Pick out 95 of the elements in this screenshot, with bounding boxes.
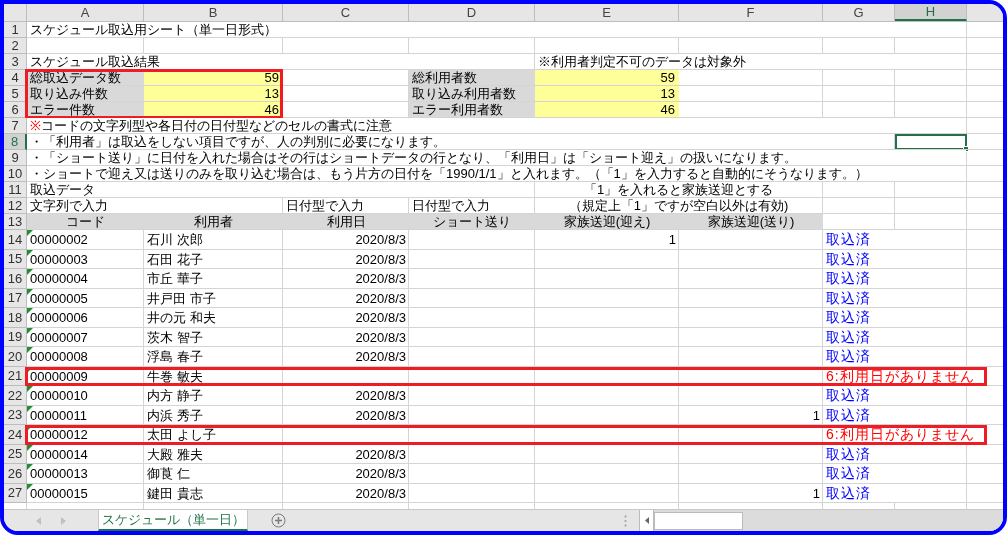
sheet-cell-text: 内浜 秀子	[146, 406, 204, 425]
status-cell: 取込済	[823, 464, 895, 483]
column-header[interactable]: C	[283, 4, 409, 21]
column-header[interactable]: B	[144, 4, 283, 21]
column-title: 利用日	[283, 214, 409, 229]
label-cell: 取り込み利用者数	[409, 86, 535, 101]
status-cell: 取込済	[823, 386, 895, 405]
sheet-cell-text: 御莨 仁	[146, 465, 191, 484]
sheet-cell-text: 大殿 雅夫	[146, 445, 204, 464]
value-cell: 13	[535, 86, 679, 101]
row-header[interactable]: 7	[4, 118, 27, 134]
row-header[interactable]: 22	[4, 386, 27, 406]
row-header[interactable]: 14	[4, 230, 27, 250]
sheet-cell-text: 2020/8/3	[354, 406, 407, 425]
column-header[interactable]: D	[409, 4, 535, 21]
label-cell: 総利用者数	[409, 70, 535, 85]
sheet-cell: 00000003	[27, 249, 144, 269]
sheet-cell-text: 1	[667, 231, 677, 250]
sheet-cell: 00000002	[27, 230, 144, 250]
sheet-tab[interactable]: スケジュール（単一日）	[98, 510, 248, 531]
sheet-cell-text: 浮島 春子	[146, 348, 204, 367]
sheet-cell: 00000006	[27, 308, 144, 328]
row-header[interactable]: 20	[4, 347, 27, 367]
sheet-cell-text: 2020/8/3	[354, 250, 407, 269]
status-cell: 取込済	[823, 308, 895, 327]
value-cell: 13	[144, 86, 283, 101]
sheet-cell-text: 太田 よし子	[146, 426, 217, 445]
sheet-cell: 00000014	[27, 444, 144, 464]
value-cell: 59	[535, 70, 679, 85]
scroll-right-icon[interactable]	[61, 516, 66, 525]
row-header[interactable]: 8	[4, 134, 27, 150]
status-cell: 取込済	[823, 230, 895, 249]
label-cell: エラー利用者数	[409, 102, 535, 117]
scrollbar-thumb[interactable]	[654, 511, 743, 530]
sheet-cell-text: 2020/8/3	[354, 270, 407, 289]
sheet-cell: 00000004	[27, 269, 144, 289]
row-header[interactable]: 10	[4, 166, 27, 182]
row-header[interactable]: 9	[4, 150, 27, 166]
column-title: 家族送迎(迎え)	[535, 214, 679, 229]
sheet-cell-text: 2020/8/3	[354, 445, 407, 464]
sheet-cell: 00000008	[27, 347, 144, 367]
sheet-cell: 00000015	[27, 483, 144, 503]
sheet-cell-text: 市丘 華子	[146, 270, 204, 289]
column-title: 家族送迎(送り)	[679, 214, 823, 229]
sheet-cell-text: 石川 次郎	[146, 231, 204, 250]
sheet-cell-text: 牛巻 敏夫	[146, 367, 204, 386]
row-header[interactable]: 18	[4, 308, 27, 328]
sheet-cell-text: 茨木 智子	[146, 328, 204, 347]
sheet-cell-text: 2020/8/3	[354, 231, 407, 250]
sheet-cell-text: 井の元 和夫	[146, 309, 217, 328]
sheet-cell: 00000010	[27, 386, 144, 406]
splitter-icon[interactable]	[624, 514, 627, 527]
sheet-cell-text: 2020/8/3	[354, 328, 407, 347]
row-header[interactable]: 13	[4, 214, 27, 230]
column-header[interactable]: H	[895, 4, 967, 21]
sheet-cell-text: 2020/8/3	[354, 484, 407, 503]
sheet-cell-text: 2020/8/3	[354, 465, 407, 484]
column-header[interactable]: E	[535, 4, 679, 21]
column-title: 利用者	[144, 214, 283, 229]
sheet-cell-text: 内方 静子	[146, 387, 204, 406]
row-header[interactable]: 12	[4, 198, 27, 214]
row-header[interactable]: 1	[4, 22, 27, 38]
row-header[interactable]: 6	[4, 102, 27, 118]
sheet-cell-text: 鍵田 貴志	[146, 484, 204, 503]
row-header[interactable]: 16	[4, 269, 27, 289]
label-cell: 取り込み件数	[27, 86, 144, 101]
sheet-cell-text: 2020/8/3	[354, 309, 407, 328]
column-header[interactable]: F	[679, 4, 823, 21]
sheet-cell: 00000011	[27, 405, 144, 425]
sheet-cell: 00000013	[27, 464, 144, 484]
sheet-cell-text: 井戸田 市子	[146, 289, 217, 308]
value-cell: 46	[535, 102, 679, 117]
column-title: ショート送り	[409, 214, 535, 229]
row-header[interactable]: 3	[4, 54, 27, 70]
column-title: コード	[27, 214, 144, 229]
row-header[interactable]: 4	[4, 70, 27, 86]
sheet-cell-text: 2020/8/3	[354, 387, 407, 406]
row-header[interactable]: 5	[4, 86, 27, 102]
row-header[interactable]: 11	[4, 182, 27, 198]
column-header[interactable]: A	[27, 4, 144, 21]
sheet-cell-text: 2020/8/3	[354, 348, 407, 367]
scroll-left-icon[interactable]	[644, 517, 649, 524]
row-header[interactable]: 2	[4, 38, 27, 54]
sheet-cell-text: 1	[811, 406, 821, 425]
row-header[interactable]: 24	[4, 425, 27, 445]
horizontal-scrollbar[interactable]	[639, 510, 1003, 531]
sheet-cell-text: 1	[811, 484, 821, 503]
row-header[interactable]: 26	[4, 464, 27, 484]
sheet-cell-text: 石田 花子	[146, 250, 204, 269]
sheet-cell: 00000005	[27, 288, 144, 308]
add-sheet-icon[interactable]	[270, 513, 286, 528]
sheet-cell: 00000007	[27, 327, 144, 347]
sheet-cell-text: 2020/8/3	[354, 289, 407, 308]
status-cell: 取込済	[823, 269, 895, 288]
status-cell: 取込済	[823, 347, 895, 366]
